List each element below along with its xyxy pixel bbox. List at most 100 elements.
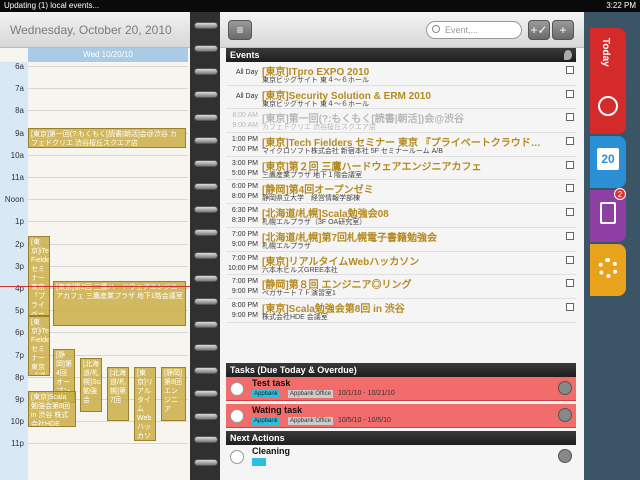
event-end-time: 8:00 PM xyxy=(231,193,258,201)
event-start-time: 8:00 PM xyxy=(231,301,258,309)
menu-button[interactable]: ≡ xyxy=(228,20,252,40)
next-action-title: Cleaning xyxy=(252,446,291,456)
note-icon[interactable] xyxy=(566,160,574,169)
status-text: Updating (1) local events... xyxy=(4,1,100,10)
hour-label: 9p xyxy=(15,395,24,404)
tasks-tab[interactable]: 2 xyxy=(590,188,626,242)
day-header: Wednesday, October 20, 2010 xyxy=(0,12,190,48)
calendar-event[interactable]: [東京]Scala勉強会第8回 in 渋谷 株式会社HDE xyxy=(28,391,76,427)
day-timeline[interactable]: Wed 10/20/10 6a 7a 8a 9a 10a 11a Noon 1p 2p 3p 4p 5… xyxy=(0,48,190,480)
hour-label: 11p xyxy=(11,439,24,449)
hour-line xyxy=(28,265,188,267)
note-icon[interactable] xyxy=(566,279,574,288)
search-placeholder: Event,... xyxy=(445,25,479,35)
event-row[interactable]: 7:00 PM 9:00 PM [北海道/札幌]第7回札幌電子書籍勉強会 札幌エルプラ… xyxy=(226,228,576,252)
hour-label: 11a xyxy=(11,173,24,182)
event-row[interactable]: 8:00 AM 9:00 AM [東京]第一回(?:もくもく[読書|朝活])会@渋谷… xyxy=(226,109,576,134)
tasks-header: Tasks (Due Today & Overdue) xyxy=(226,363,576,377)
agenda-page: ≡ Event,... +✓ + Events All Day [東京]ITpro… xyxy=(220,12,584,480)
task-row[interactable]: Test task Appbank Appbank Office 10/1/10… xyxy=(226,377,576,401)
task-checkbox[interactable] xyxy=(230,409,244,423)
map-pin-icon[interactable] xyxy=(564,50,572,60)
binder-ring xyxy=(194,436,218,443)
hour-line xyxy=(28,199,188,201)
note-icon[interactable] xyxy=(566,302,574,311)
calendar-event[interactable]: [東京]iTech Fielders セミナー東京『プライベートクラウド構築』 xyxy=(28,316,50,376)
event-start-time: 7:00 PM xyxy=(231,254,258,262)
events-header: Events xyxy=(226,48,576,62)
event-row[interactable]: 7:00 PM 10:00 PM [東京]リアルタイムWebハッカソン 六本木ヒルズG… xyxy=(226,252,576,276)
task-options-icon[interactable] xyxy=(558,381,572,395)
event-row[interactable]: All Day [東京]Security Solution & ERM 2010 東… xyxy=(226,86,576,110)
event-location: 六本木ヒルズGREE本社 xyxy=(262,266,338,274)
event-end-time: 9:00 PM xyxy=(231,288,258,296)
binder-ring xyxy=(194,275,218,282)
clock-tab[interactable] xyxy=(590,82,626,134)
hour-label: Noon xyxy=(4,195,24,205)
binder-ring xyxy=(194,45,218,52)
calendar-event[interactable]: [北海道/札幌]第7回 xyxy=(107,367,129,421)
event-start-time: 6:00 PM xyxy=(231,183,258,191)
event-row[interactable]: All Day [東京]ITpro EXPO 2010 東京ビッグサイト 東４〜６ホ… xyxy=(226,62,576,86)
task-checkbox[interactable] xyxy=(230,450,244,464)
event-row[interactable]: 3:00 PM 5:00 PM [東京]第２回 三鷹ハードウェアエンジニアカフェ 三鷹… xyxy=(226,157,576,181)
event-row[interactable]: 6:30 PM 8:30 PM [北海道/札幌]Scala勉強会08 札幌エルプラザ（… xyxy=(226,204,576,228)
note-icon[interactable] xyxy=(566,66,574,74)
event-location: 静岡県立大学 経営情報学部棟 xyxy=(262,195,360,203)
hour-line xyxy=(28,443,188,445)
task-options-icon[interactable] xyxy=(558,449,572,463)
note-icon[interactable] xyxy=(566,89,574,98)
add-button[interactable]: + xyxy=(552,20,574,40)
binder-rings xyxy=(190,12,220,480)
hour-line xyxy=(28,154,188,156)
calendar-tab[interactable]: 20 xyxy=(590,136,626,188)
note-icon[interactable] xyxy=(566,137,574,146)
calendar-event[interactable]: [東京]第一回(?:もくもく[読書|朝活]会@渋谷 カフェドクリエ 渋谷桜丘スク… xyxy=(28,128,186,148)
next-action-row[interactable]: Cleaning xyxy=(226,445,576,469)
event-start-time: All Day xyxy=(235,92,258,100)
calendar-event[interactable]: [静岡]第8回エンジニア xyxy=(161,367,186,421)
task-options-icon[interactable] xyxy=(558,408,572,422)
tasks-header-label: Tasks (Due Today & Overdue) xyxy=(230,365,357,375)
note-icon[interactable] xyxy=(566,113,574,122)
event-start-time: 7:00 PM xyxy=(231,230,258,238)
events-list[interactable]: All Day [東京]ITpro EXPO 2010 東京ビッグサイト 東４〜６ホ… xyxy=(226,62,576,374)
calendar-event[interactable]: [東京]第2回 三鷹ハードウェアエンジニアカフェ 三鷹産業プラザ 地下1階会議室 xyxy=(53,281,186,326)
new-task-button[interactable]: +✓ xyxy=(528,20,550,40)
event-row[interactable]: 7:00 PM 9:00 PM [静岡]第８回 エンジニア◎リング ペガサート７Ｆ演習… xyxy=(226,275,576,299)
event-location: ペガサート７Ｆ演習室1 xyxy=(262,290,336,298)
event-start-time: All Day xyxy=(235,69,258,76)
event-row[interactable]: 6:00 PM 8:00 PM [静岡]第4回オープンゼミ 静岡県立大学 経営情報学部… xyxy=(226,180,576,205)
search-input[interactable]: Event,... xyxy=(426,21,522,39)
tasks-badge: 2 xyxy=(614,188,626,200)
hour-label: 7p xyxy=(15,350,24,360)
note-icon[interactable] xyxy=(566,208,574,217)
hour-line xyxy=(28,66,188,67)
note-icon[interactable] xyxy=(566,231,574,240)
settings-tab[interactable] xyxy=(590,244,626,296)
event-location: 東京ビッグサイト 東４〜６ホール xyxy=(262,77,369,84)
calendar-event[interactable]: [東京]リアルタイムWebハッカソン xyxy=(134,367,156,441)
binder-ring xyxy=(194,114,218,121)
hour-label: 6a xyxy=(15,62,24,71)
note-icon[interactable] xyxy=(566,184,574,193)
calendar-event[interactable]: [東京]iTech Fielders セミナー東京『プライベートクラウド構築』 xyxy=(28,236,50,316)
hour-label: 8a xyxy=(15,106,24,116)
hour-line xyxy=(28,221,188,223)
task-dates: 10/5/10 - 10/5/10 xyxy=(338,417,391,424)
note-icon[interactable] xyxy=(566,255,574,264)
task-checkbox[interactable] xyxy=(230,382,244,396)
task-row[interactable]: Wating task Appbank Appbank Office 10/5/… xyxy=(226,404,576,428)
hour-label: 7a xyxy=(15,84,24,94)
task-tag xyxy=(252,458,266,466)
hour-line xyxy=(28,88,188,90)
event-end-time: 5:00 PM xyxy=(231,169,258,177)
hour-label: 9a xyxy=(15,128,24,138)
gear-icon xyxy=(598,258,618,278)
event-row[interactable]: 1:00 PM 7:00 PM [東京]Tech Fielders セミナー 東京 … xyxy=(226,133,576,157)
event-row[interactable]: 8:00 PM 9:00 PM [東京]Scala勉強会第8回 in 渋谷 株式会社H… xyxy=(226,299,576,323)
task-tag: Appbank xyxy=(252,417,280,425)
calendar-event[interactable]: [北海道/札幌]Scala勉強会 xyxy=(80,358,102,412)
hour-label: 3p xyxy=(15,261,24,271)
calendar-icon: 20 xyxy=(597,148,619,170)
